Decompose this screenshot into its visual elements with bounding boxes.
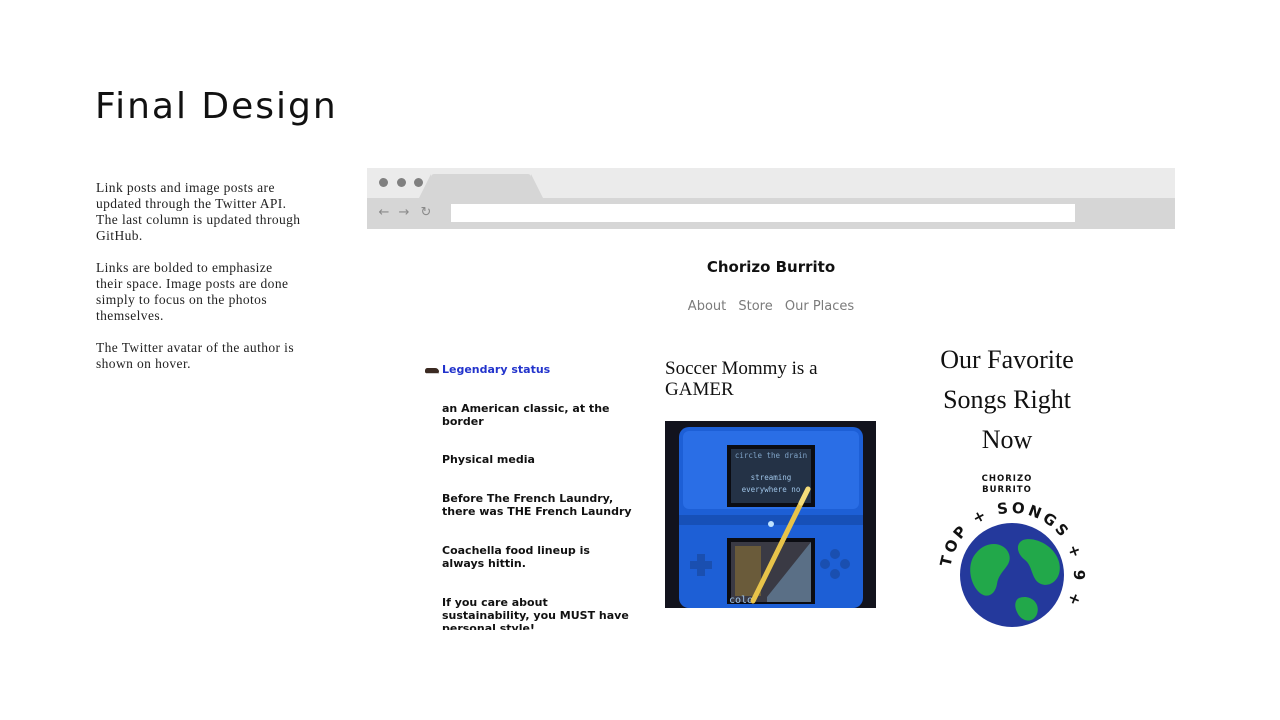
slide-title: Final Design (95, 86, 338, 127)
top-songs-globe-badge[interactable]: TOP + SONGS + 9 + (937, 500, 1087, 630)
link-post[interactable]: If you care about sustainability, you MU… (442, 596, 632, 630)
browser-tab[interactable] (419, 174, 543, 198)
screen-text-line: everywhere no (742, 485, 801, 494)
nintendo-ds-illustration: circle the drain streaming everywhere no… (665, 421, 876, 608)
link-post[interactable]: Coachella food lineup is always hittin. (442, 544, 632, 570)
window-close-dot[interactable] (379, 178, 388, 187)
description-paragraph: Link posts and image posts are updated t… (96, 180, 301, 243)
design-description: Link posts and image posts are updated t… (96, 180, 301, 388)
description-paragraph: Links are bolded to emphasize their spac… (96, 260, 289, 323)
screen-text-line: streaming (751, 473, 792, 482)
description-paragraph: The Twitter avatar of the author is show… (96, 340, 294, 371)
nav-link-store[interactable]: Store (738, 299, 772, 314)
brand-line: CHORIZO (981, 474, 1033, 484)
shoe-icon (425, 366, 439, 374)
link-post[interactable]: Physical media (442, 453, 632, 466)
site-nav: About Store Our Places (367, 299, 1175, 314)
brand-line: BURRITO (982, 485, 1032, 495)
browser-toolbar: ← → ↻ (367, 198, 1175, 229)
link-post[interactable]: an American classic, at the border (442, 402, 632, 428)
nav-link-our-places[interactable]: Our Places (785, 299, 854, 314)
brand-wordmark: CHORIZO BURRITO (927, 474, 1087, 496)
screen-text-line: circle the drain (735, 451, 807, 460)
nav-link-about[interactable]: About (688, 299, 726, 314)
forward-arrow-icon[interactable]: → (396, 205, 412, 221)
nintendo-ds-photo[interactable]: circle the drain streaming everywhere no… (665, 421, 876, 608)
browser-tab-bar (367, 168, 1175, 198)
reload-icon[interactable]: ↻ (418, 205, 434, 221)
links-column: Legendary status an American classic, at… (425, 363, 635, 630)
songs-title[interactable]: Our Favorite Songs Right Now (927, 340, 1087, 460)
songs-column: Our Favorite Songs Right Now CHORIZO BUR… (927, 340, 1087, 627)
lead-link-label: Legendary status (442, 363, 551, 376)
back-arrow-icon[interactable]: ← (376, 205, 392, 221)
image-post-title[interactable]: Soccer Mommy is a GAMER (665, 358, 865, 400)
lead-link[interactable]: Legendary status (425, 363, 635, 376)
browser-mockup: ← → ↻ Chorizo Burrito About Store Our Pl… (367, 168, 1175, 630)
site-title[interactable]: Chorizo Burrito (367, 258, 1175, 276)
address-bar[interactable] (451, 204, 1075, 222)
svg-text:colo: colo (729, 595, 753, 606)
window-minimize-dot[interactable] (397, 178, 406, 187)
link-post[interactable]: Before The French Laundry, there was THE… (442, 492, 632, 518)
